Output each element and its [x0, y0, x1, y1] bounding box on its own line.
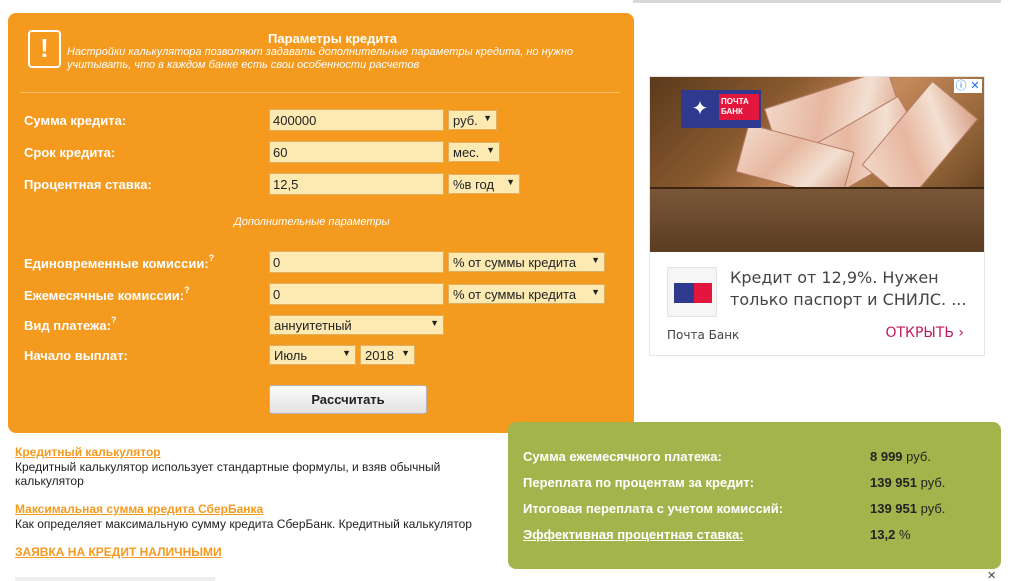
- chevron-down-icon: ▼: [483, 113, 492, 123]
- pochta-bank-logo: ✦ ПОЧТА БАНК: [681, 90, 761, 128]
- link-credit-calculator[interactable]: Кредитный калькулятор: [15, 445, 495, 459]
- rate-label: Процентная ставка:: [24, 177, 152, 192]
- payment-type-select[interactable]: аннуитетный ▼: [269, 315, 444, 335]
- amount-input[interactable]: 400000: [269, 109, 444, 131]
- monthly-fee-label: Ежемесячные комиссии:?: [24, 285, 190, 303]
- advertisement[interactable]: ✦ ПОЧТА БАНК ⓘ ✕ Кредит от 12,9%. Нужен т…: [649, 76, 985, 356]
- chevron-right-icon: ›: [958, 325, 964, 341]
- help-icon[interactable]: ?: [209, 253, 215, 263]
- start-year-value: 2018: [365, 348, 394, 363]
- eagle-icon: ✦: [691, 98, 709, 120]
- term-unit-select[interactable]: мес. ▼: [448, 142, 500, 162]
- effective-rate-link[interactable]: Эффективная процентная ставка:: [523, 527, 744, 542]
- chevron-down-icon: ▼: [591, 287, 600, 297]
- rate-input[interactable]: 12,5: [269, 173, 444, 195]
- chevron-down-icon: ▼: [342, 348, 351, 358]
- total-overpay-value: 139 951 руб.: [870, 501, 946, 516]
- monthly-fee-unit-select[interactable]: % от суммы кредита ▼: [448, 284, 605, 304]
- chevron-down-icon: ▼: [401, 348, 410, 358]
- panel-note: Настройки калькулятора позволяют задават…: [67, 46, 574, 71]
- chevron-down-icon: ▼: [506, 177, 515, 187]
- logo-text: ПОЧТА БАНК: [719, 94, 759, 120]
- start-year-select[interactable]: 2018 ▼: [360, 345, 415, 365]
- ad-banner-image[interactable]: ✦ ПОЧТА БАНК ⓘ ✕: [650, 77, 984, 252]
- effective-rate-value: 13,2 %: [870, 527, 911, 542]
- ad-headline[interactable]: Кредит от 12,9%. Нужен только паспорт и …: [730, 267, 970, 311]
- calculate-button[interactable]: Рассчитать: [269, 385, 427, 414]
- link-sberbank-max[interactable]: Максимальная сумма кредита СберБанка: [15, 502, 495, 516]
- one-time-fee-input[interactable]: 0: [269, 251, 444, 273]
- results-panel: Сумма ежемесячного платежа: 8 999 руб. П…: [508, 422, 1001, 569]
- ad-thumbnail: [667, 267, 717, 317]
- amount-unit-value: руб.: [453, 113, 478, 128]
- credit-parameters-panel: ! Параметры кредита Настройки калькулято…: [8, 13, 634, 433]
- monthly-payment-value: 8 999 руб.: [870, 449, 931, 464]
- monthly-fee-unit-value: % от суммы кредита: [453, 287, 577, 302]
- monthly-payment-label: Сумма ежемесячного платежа:: [523, 449, 722, 464]
- payment-type-label: Вид платежа:?: [24, 315, 117, 333]
- start-month-value: Июль: [274, 348, 308, 363]
- one-time-fee-unit-select[interactable]: % от суммы кредита ▼: [448, 252, 605, 272]
- warning-icon: !: [28, 30, 61, 68]
- wallet-image: [650, 187, 984, 252]
- help-icon[interactable]: ?: [111, 315, 117, 325]
- info-icon[interactable]: ⓘ: [954, 79, 968, 93]
- help-icon[interactable]: ?: [184, 285, 190, 295]
- divider: [20, 92, 620, 93]
- chevron-down-icon: ▼: [430, 318, 439, 328]
- monthly-fee-input[interactable]: 0: [269, 283, 444, 305]
- ad-open-button[interactable]: ОТКРЫТЬ ›: [885, 325, 964, 341]
- term-input[interactable]: 60: [269, 141, 444, 163]
- close-icon[interactable]: ✕: [987, 569, 996, 581]
- term-unit-value: мес.: [453, 145, 480, 160]
- term-label: Срок кредита:: [24, 145, 116, 160]
- one-time-fee-label: Единовременные комиссии:?: [24, 253, 215, 271]
- start-label: Начало выплат:: [24, 348, 128, 363]
- interest-overpay-label: Переплата по процентам за кредит:: [523, 475, 755, 490]
- extra-params-title: Дополнительные параметры: [234, 216, 390, 228]
- total-overpay-label: Итоговая переплата с учетом комиссий:: [523, 501, 784, 516]
- related-links: Кредитный калькулятор Кредитный калькуля…: [15, 445, 495, 559]
- rate-unit-value: %в год: [453, 177, 495, 192]
- link-cash-credit-application[interactable]: ЗАЯВКА НА КРЕДИТ НАЛИЧНЫМИ: [15, 545, 495, 559]
- payment-type-value: аннуитетный: [274, 318, 352, 333]
- bottom-divider: [15, 577, 215, 581]
- one-time-fee-unit-value: % от суммы кредита: [453, 255, 577, 270]
- amount-unit-select[interactable]: руб. ▼: [448, 110, 497, 130]
- panel-title: Параметры кредита: [268, 31, 397, 46]
- chevron-down-icon: ▼: [486, 145, 495, 155]
- rate-unit-select[interactable]: %в год ▼: [448, 174, 520, 194]
- interest-overpay-value: 139 951 руб.: [870, 475, 946, 490]
- link-credit-calculator-desc: Кредитный калькулятор использует стандар…: [15, 460, 441, 488]
- top-divider: [633, 0, 1001, 3]
- ad-choices[interactable]: ⓘ ✕: [954, 79, 982, 93]
- link-sberbank-max-desc: Как определяет максимальную сумму кредит…: [15, 517, 472, 531]
- ad-brand: Почта Банк: [667, 328, 740, 342]
- chevron-down-icon: ▼: [591, 255, 600, 265]
- amount-label: Сумма кредита:: [24, 113, 127, 128]
- close-icon[interactable]: ✕: [968, 79, 982, 93]
- start-month-select[interactable]: Июль ▼: [269, 345, 356, 365]
